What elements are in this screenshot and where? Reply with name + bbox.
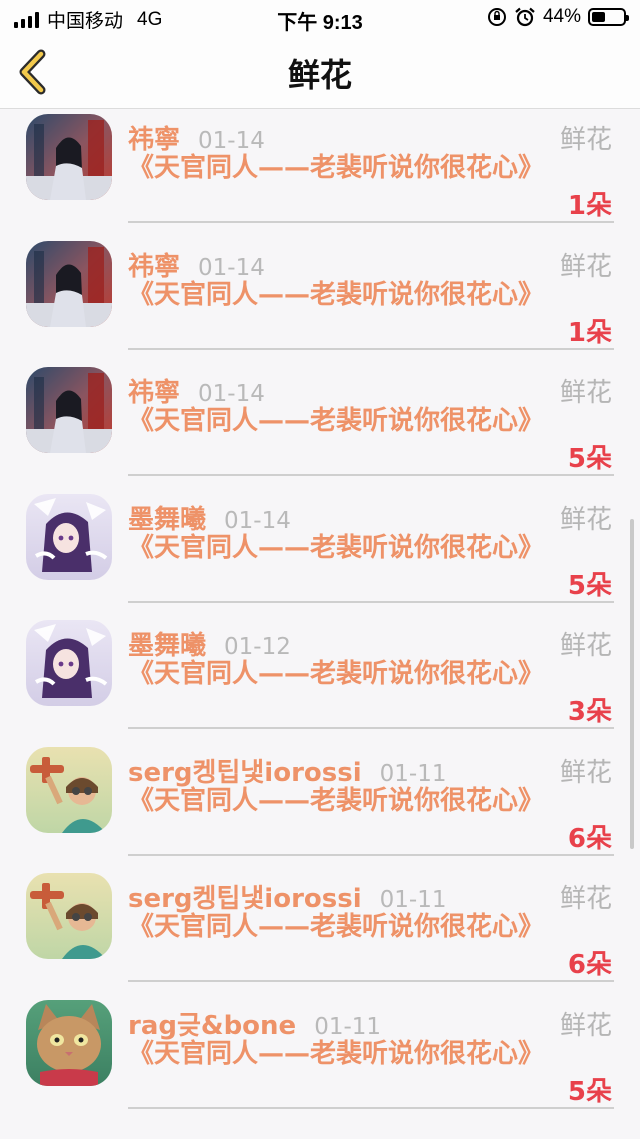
gift-date: 01-12: [224, 634, 291, 660]
alarm-clock-icon: [515, 7, 535, 27]
flower-count: 6朵: [567, 950, 612, 980]
work-title[interactable]: 《天官同人——老裴听说你很花心》: [128, 533, 548, 564]
gift-date: 01-11: [314, 1013, 382, 1040]
avatar[interactable]: [26, 746, 112, 833]
gift-date: 01-14: [198, 381, 265, 407]
sender-name: 墨舞曦 01-12: [128, 625, 291, 662]
sender-name: rag긎&bone 01-11: [128, 1005, 381, 1042]
list-item[interactable]: 祎寧 01-14 《天官同人——老裴听说你很花心》 鲜花 1朵: [0, 236, 640, 362]
gift-date: 01-14: [198, 254, 265, 281]
flower-count: 1朵: [567, 317, 612, 348]
work-title[interactable]: 《天官同人——老裴听说你很花心》: [128, 406, 548, 437]
list-item[interactable]: rag긎&bone 01-11 《天官同人——老裴听说你很花心》 鲜花 5朵: [0, 995, 640, 1121]
sender-name-text: serg켕팁냋iorossi: [128, 757, 362, 788]
avatar[interactable]: [26, 240, 112, 327]
battery-percent: 44%: [542, 6, 581, 27]
sender-name: serg켕팁냋iorossi 01-11: [128, 752, 446, 789]
work-title[interactable]: 《天官同人——老裴听说你很花心》: [128, 659, 548, 690]
work-title[interactable]: 《天官同人——老裴听说你很花心》: [128, 1039, 548, 1070]
sender-name: 祎寧 01-14: [128, 246, 265, 283]
work-title[interactable]: 《天官同人——老裴听说你很花心》: [128, 280, 548, 311]
list-item[interactable]: 墨舞曦 01-12 《天官同人——老裴听说你很花心》 鲜花 3朵: [0, 615, 640, 741]
divider: [128, 474, 614, 476]
work-title[interactable]: 《天官同人——老裴听说你很花心》: [128, 786, 548, 817]
page-title: 鲜花: [287, 56, 352, 94]
sender-name: 祎寧 01-14: [128, 119, 265, 156]
avatar[interactable]: [26, 999, 112, 1086]
gift-category: 鲜花: [559, 757, 612, 788]
avatar[interactable]: [26, 620, 112, 706]
gift-category: 鲜花: [559, 125, 612, 155]
divider: [128, 853, 614, 856]
gift-date: 01-11: [379, 887, 447, 913]
avatar[interactable]: [26, 873, 112, 959]
sender-name: 祎寧 01-14: [128, 372, 265, 409]
flower-count: 5朵: [567, 444, 612, 474]
battery-icon: [588, 8, 629, 26]
list-item[interactable]: 祎寧 01-14 《天官同人——老裴听说你很花心》 鲜花 1朵: [0, 109, 640, 235]
divider: [128, 600, 614, 603]
status-bar: 中国移动 4G 下午 9:13 44%: [0, 0, 640, 36]
sender-name: serg켕팁냋iorossi 01-11: [128, 878, 446, 915]
list-item[interactable]: serg켕팁냋iorossi 01-11 《天官同人——老裴听说你很花心》 鲜花 6朵: [0, 742, 640, 868]
status-right: 44%: [487, 6, 629, 28]
flower-gift-list: 祎寧 01-14 《天官同人——老裴听说你很花心》 鲜花 1朵 祎寧 01-14 《天官同人—…: [0, 109, 640, 1139]
gift-date: 01-14: [198, 128, 265, 154]
divider: [128, 1106, 614, 1109]
gift-date: 01-11: [379, 760, 447, 787]
gift-date: 01-14: [224, 507, 291, 534]
work-title[interactable]: 《天官同人——老裴听说你很花心》: [128, 153, 548, 184]
work-title[interactable]: 《天官同人——老裴听说你很花心》: [128, 912, 548, 943]
divider: [128, 347, 614, 350]
list-item[interactable]: serg켕팁냋iorossi 01-11 《天官同人——老裴听说你很花心》 鲜花 6朵: [0, 868, 640, 994]
flower-count: 6朵: [567, 823, 612, 854]
list-item[interactable]: 祎寧 01-14 《天官同人——老裴听说你很花心》 鲜花 5朵: [0, 362, 640, 488]
divider: [128, 980, 614, 982]
gift-category: 鲜花: [559, 1010, 612, 1041]
rotation-lock-icon: [487, 8, 506, 26]
gift-category: 鲜花: [559, 251, 612, 282]
flower-count: 5朵: [567, 1076, 612, 1107]
gift-category: 鲜花: [559, 504, 612, 535]
sender-name-text: rag긎&bone: [128, 1010, 297, 1041]
flower-count: 1朵: [567, 191, 612, 221]
avatar[interactable]: [26, 493, 112, 580]
list-item[interactable]: 墨舞曦 01-14 《天官同人——老裴听说你很花心》 鲜花 5朵: [0, 489, 640, 615]
avatar[interactable]: [26, 114, 112, 200]
scroll-indicator[interactable]: [630, 519, 634, 849]
sender-name: 墨舞曦 01-14: [128, 499, 291, 536]
sender-name-text: serg켕팁냋iorossi: [128, 884, 362, 914]
sender-name-text: 墨舞曦: [128, 631, 207, 661]
flower-count: 3朵: [567, 697, 612, 727]
sender-name-text: 祎寧: [128, 251, 181, 282]
divider: [128, 221, 614, 223]
sender-name-text: 祎寧: [128, 378, 181, 408]
divider: [128, 727, 614, 729]
sender-name-text: 墨舞曦: [128, 504, 207, 535]
gift-category: 鲜花: [559, 884, 612, 914]
gift-category: 鲜花: [559, 631, 612, 661]
navigation-bar: 鲜花: [0, 36, 640, 109]
avatar[interactable]: [26, 367, 112, 453]
sender-name-text: 祎寧: [128, 125, 181, 155]
gift-category: 鲜花: [559, 378, 612, 408]
flower-count: 5朵: [567, 570, 612, 601]
